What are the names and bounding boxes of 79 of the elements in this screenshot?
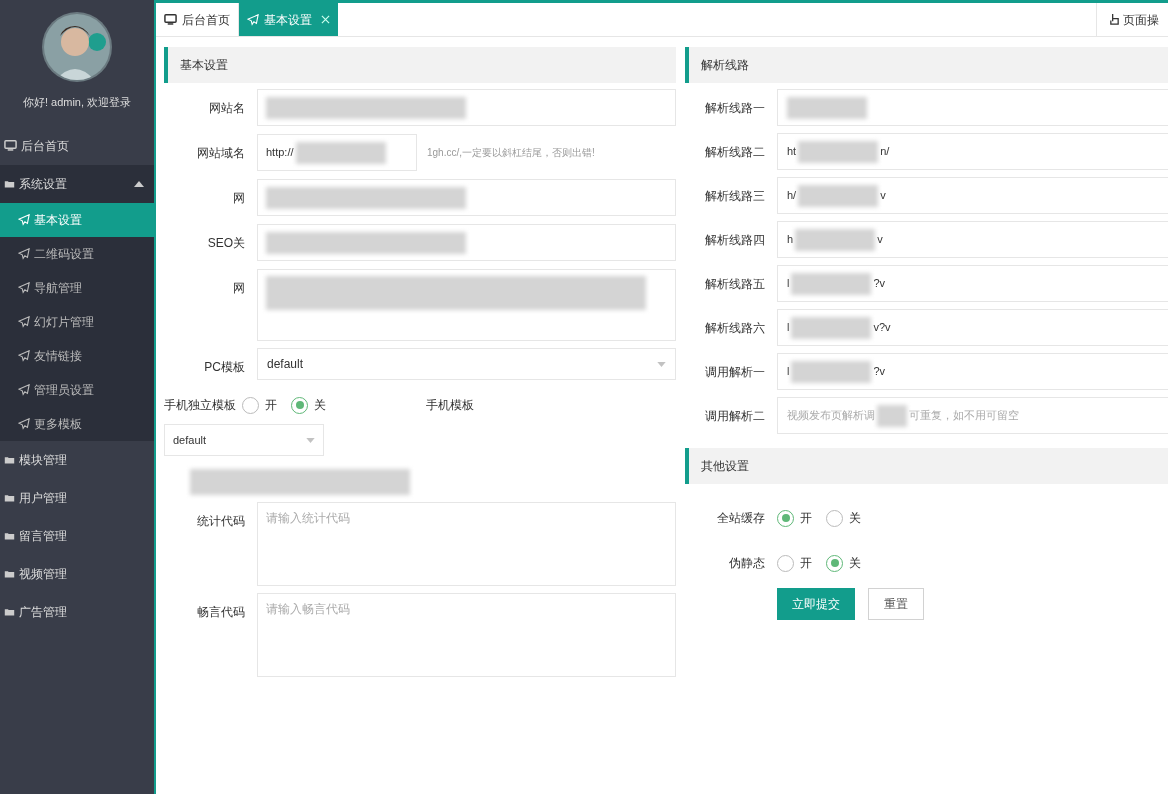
monitor-icon xyxy=(4,139,17,152)
sidebar-subitem[interactable]: 二维码设置 xyxy=(0,236,154,271)
close-icon xyxy=(321,15,330,24)
monitor-icon xyxy=(164,13,177,26)
caret-down-icon xyxy=(306,437,315,443)
section-title: 解析线路 xyxy=(701,57,749,74)
field-label: 网 xyxy=(232,190,246,207)
input-field[interactable]: h/ v xyxy=(777,177,1168,214)
field-label: 解析线路三 xyxy=(704,187,766,205)
field-label: 手机独立模板 xyxy=(164,397,237,414)
radio-option[interactable]: 开 xyxy=(242,396,277,414)
text-area[interactable] xyxy=(257,269,676,341)
section-title: 基本设置 xyxy=(180,57,228,74)
input-field[interactable]: l ?v xyxy=(777,353,1168,390)
field-label: 调用解析二 xyxy=(704,407,766,425)
input-field[interactable] xyxy=(257,224,676,261)
field-label: 解析线路一 xyxy=(704,99,766,117)
paper-plane-icon xyxy=(18,315,30,328)
paper-plane-icon xyxy=(18,281,30,294)
section-title: 其他设置 xyxy=(701,458,749,475)
sidebar-item[interactable]: 用户管理 xyxy=(0,478,154,517)
paper-plane-icon xyxy=(18,383,30,396)
sidebar-subitem[interactable]: 管理员设置 xyxy=(0,372,154,407)
folder-icon xyxy=(4,492,15,503)
caret-down-icon xyxy=(657,361,666,367)
select-field[interactable]: default xyxy=(164,424,324,456)
sidebar-item[interactable]: 留言管理 xyxy=(0,516,154,555)
field-label: 统计代码 xyxy=(196,513,246,530)
folder-icon xyxy=(4,178,15,189)
input-field[interactable]: h v xyxy=(777,221,1168,258)
input-field[interactable] xyxy=(257,89,676,126)
folder-icon xyxy=(4,530,15,541)
input-field[interactable]: l v?v xyxy=(777,309,1168,346)
radio-option[interactable]: 关 xyxy=(291,396,326,414)
input-field[interactable]: http:// xyxy=(257,134,417,171)
page-actions-button[interactable]: 页面操 xyxy=(1109,10,1159,29)
folder-icon xyxy=(4,454,15,465)
sidebar-subitem[interactable]: 更多模板 xyxy=(0,406,154,441)
input-field[interactable]: l ?v xyxy=(777,265,1168,302)
reset-button[interactable]: 重置 xyxy=(868,588,924,620)
greeting-text: 你好! admin, 欢迎登录 xyxy=(22,95,132,110)
sidebar-item[interactable]: 视频管理 xyxy=(0,554,154,593)
input-field[interactable] xyxy=(257,179,676,216)
sidebar-subitem[interactable]: 导航管理 xyxy=(0,270,154,305)
radio-option[interactable]: 开 xyxy=(777,554,812,572)
radio-option[interactable]: 开 xyxy=(777,509,812,527)
field-label: 全站缓存 xyxy=(716,510,766,527)
input-field[interactable]: ht n/ xyxy=(777,133,1168,170)
field-label: 伪静态 xyxy=(728,555,766,572)
paper-plane-icon xyxy=(18,213,30,226)
sidebar-item[interactable]: 后台首页 xyxy=(0,126,154,165)
field-label: 解析线路二 xyxy=(704,143,766,161)
select-field[interactable]: default xyxy=(257,348,676,380)
field-label: 网站域名 xyxy=(196,145,246,162)
field-label: 解析线路四 xyxy=(704,231,766,249)
paper-plane-icon xyxy=(247,13,259,26)
sidebar-subitem[interactable]: 友情链接 xyxy=(0,338,154,373)
sidebar-item[interactable]: 广告管理 xyxy=(0,592,154,631)
sidebar-subitem[interactable]: 幻灯片管理 xyxy=(0,304,154,339)
field-label: 网站名 xyxy=(208,100,246,117)
sidebar-item[interactable]: 模块管理 xyxy=(0,440,154,479)
field-label: 调用解析一 xyxy=(704,363,766,381)
field-label: 网 xyxy=(232,280,246,297)
field-label: SEO关 xyxy=(206,235,246,252)
field-label: 解析线路五 xyxy=(704,275,766,293)
folder-icon xyxy=(4,606,15,617)
radio-option[interactable]: 关 xyxy=(826,554,861,572)
paper-plane-icon xyxy=(18,417,30,430)
caret-up-icon xyxy=(134,180,144,187)
field-label: PC模板 xyxy=(203,359,246,376)
field-label: 手机模板 xyxy=(426,397,474,414)
input-field[interactable] xyxy=(777,89,1168,126)
field-label: 畅言代码 xyxy=(196,604,246,621)
radio-option[interactable]: 关 xyxy=(826,509,861,527)
paper-plane-icon xyxy=(18,349,30,362)
field-label: 解析线路六 xyxy=(704,319,766,337)
folder-icon xyxy=(4,568,15,579)
paper-plane-icon xyxy=(18,247,30,260)
sidebar-item[interactable]: 系统设置 xyxy=(0,164,154,203)
